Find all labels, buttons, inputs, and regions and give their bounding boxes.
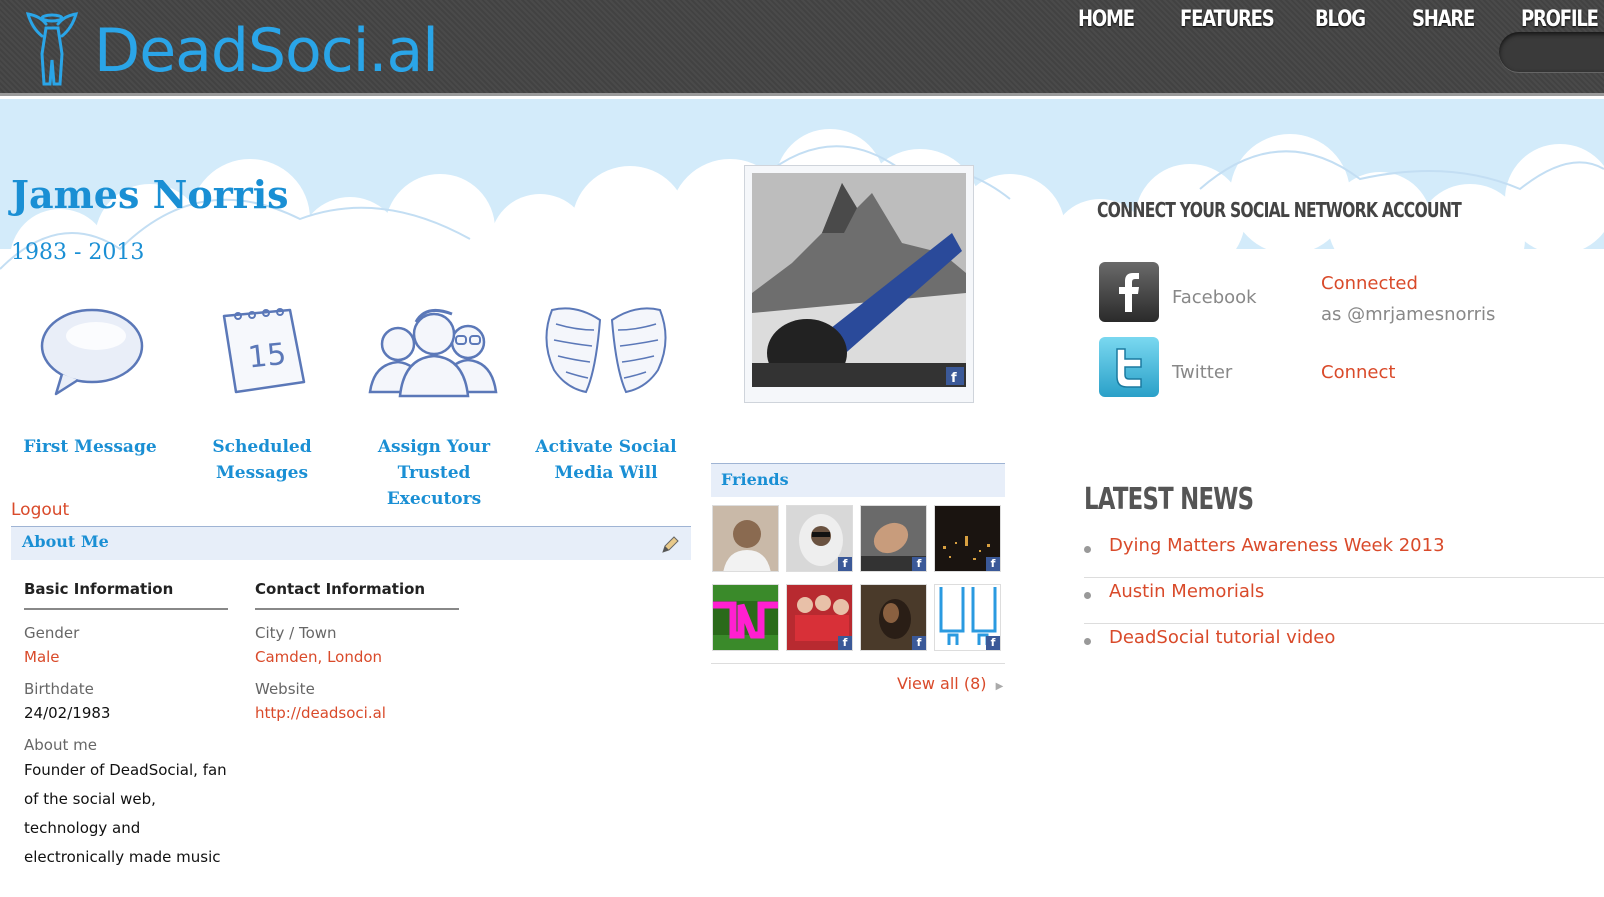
about-me-header: About Me [11,526,691,560]
friend-thumbnail[interactable] [712,584,779,651]
bullet-icon [1084,592,1091,599]
facebook-username: as @mrjamesnorris [1321,304,1496,325]
angel-logo-icon [25,12,79,86]
profile-years: 1983 - 2013 [11,240,145,265]
profile-photo[interactable]: f [744,165,974,403]
contact-information-title: Contact Information [255,580,459,610]
friend-photo [723,520,771,571]
logout-link[interactable]: Logout [11,500,69,520]
view-all-friends-link[interactable]: View all (8) ▶ [897,674,1003,693]
basic-information-section: Basic Information Gender Male Birthdate … [24,580,239,872]
site-header: DeadSoci.al HOME FEATURES BLOG SHARE PRO… [0,0,1604,96]
twitter-icon[interactable] [1099,337,1159,397]
about-text: Founder of DeadSocial, fan of the social… [24,761,227,866]
friends-title: Friends [721,470,789,489]
news-item: Dying Matters Awareness Week 2013 [1084,532,1604,578]
friend-thumbnail[interactable]: f [934,505,1001,572]
city-label: City / Town [255,624,337,642]
facebook-icon[interactable] [1099,262,1159,322]
action-label: Assign Your Trusted Executors [377,437,491,509]
news-item: DeadSocial tutorial video [1084,624,1604,670]
website-link[interactable]: http://deadsoci.al [255,704,459,722]
facebook-label: Facebook [1172,287,1257,308]
facebook-badge-icon: f [912,636,926,650]
gender-label: Gender [24,624,80,642]
basic-information-title: Basic Information [24,580,228,610]
friend-thumbnail[interactable]: f [860,505,927,572]
nav-features[interactable]: FEATURES [1180,0,1275,40]
birthdate-label: Birthdate [24,680,94,698]
nav-share[interactable]: SHARE [1412,0,1475,40]
friend-thumbnail[interactable]: f [786,584,853,651]
friend-thumbnail[interactable]: f [934,584,1001,651]
news-link[interactable]: DeadSocial tutorial video [1109,627,1335,648]
logo-text: DeadSoci.al [94,16,439,86]
chevron-right-icon: ▶ [995,681,1004,692]
news-link[interactable]: Dying Matters Awareness Week 2013 [1109,535,1445,556]
nav-profile[interactable]: PROFILE [1521,0,1599,40]
angel-wings-icon [545,307,667,394]
action-label: First Message [23,437,157,457]
city-value[interactable]: Camden, London [255,648,459,666]
facebook-badge-icon: f [986,557,1000,571]
bullet-icon [1084,638,1091,645]
website-label: Website [255,680,315,698]
action-scheduled-messages[interactable]: 15 Scheduled Messages [178,300,346,486]
facebook-badge-icon: f [951,371,957,386]
facebook-badge-icon: f [838,557,852,571]
contact-information-section: Contact Information City / Town Camden, … [255,580,459,722]
news-item: Austin Memorials [1084,578,1604,624]
gender-value[interactable]: Male [24,648,239,666]
birthdate-value: 24/02/1983 [24,704,111,722]
friend-photo [713,601,778,639]
profile-name: James Norris [11,172,289,217]
twitter-connect-link[interactable]: Connect [1321,362,1395,383]
action-assign-executors[interactable]: Assign Your Trusted Executors [350,300,518,512]
friends-divider [711,663,1005,664]
about-label: About me [24,736,97,754]
nav-home[interactable]: HOME [1078,0,1135,40]
latest-news-title: LATEST NEWS [1084,482,1254,517]
facebook-connected-status[interactable]: Connected [1321,273,1418,294]
pencil-edit-icon[interactable] [661,536,679,554]
friends-header: Friends [711,463,1005,497]
facebook-badge-icon: f [838,636,852,650]
calendar-icon: 15 [222,308,306,394]
action-activate-will[interactable]: Activate Social Media Will [522,300,690,486]
twitter-label: Twitter [1172,362,1233,383]
friend-thumbnail[interactable] [712,505,779,572]
calendar-day: 15 [246,337,288,376]
bullet-icon [1084,546,1091,553]
action-label: Activate Social Media Will [535,437,677,483]
connect-social-title: CONNECT YOUR SOCIAL NETWORK ACCOUNT [1097,198,1462,222]
friend-thumbnail[interactable]: f [860,584,927,651]
facebook-badge-icon: f [986,636,1000,650]
speech-bubble-icon [40,308,144,396]
profile-photo-image: f [752,173,966,387]
action-first-message[interactable]: First Message [6,300,174,460]
people-icon [368,308,498,398]
friend-thumbnail[interactable]: f [786,505,853,572]
view-all-label: View all (8) [897,674,987,693]
about-me-title: About Me [22,532,109,551]
action-label: Scheduled Messages [212,437,312,483]
news-link[interactable]: Austin Memorials [1109,581,1264,602]
nav-blog[interactable]: BLOG [1315,0,1366,40]
facebook-badge-icon: f [912,557,926,571]
